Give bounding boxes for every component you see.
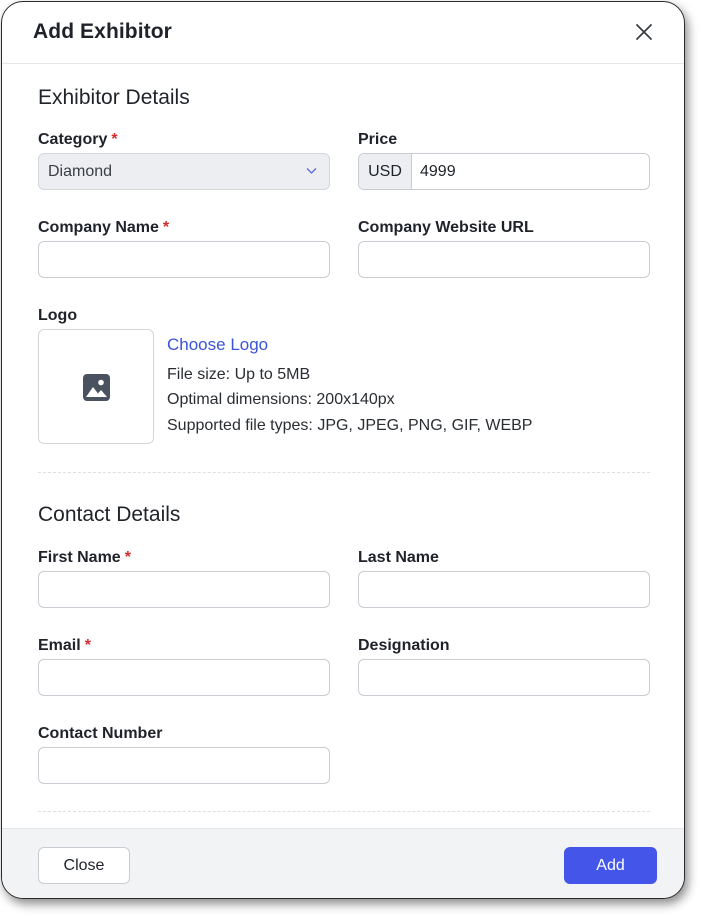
email-input[interactable]: [38, 659, 330, 696]
designation-input[interactable]: [358, 659, 650, 696]
logo-upload-box[interactable]: [38, 329, 154, 444]
company-website-input[interactable]: [358, 241, 650, 278]
chevron-down-icon: [306, 168, 317, 174]
exhibitor-details-title: Exhibitor Details: [38, 86, 190, 109]
close-icon[interactable]: [633, 21, 655, 43]
required-mark: *: [111, 131, 118, 148]
category-value: Diamond: [48, 163, 113, 180]
company-name-label-text: Company Name: [38, 219, 159, 236]
currency-addon: USD: [359, 154, 412, 189]
price-label: Price: [358, 131, 398, 148]
last-name-label: Last Name: [358, 549, 439, 566]
last-name-input[interactable]: [358, 571, 650, 608]
choose-logo-link[interactable]: Choose Logo: [167, 335, 268, 355]
logo-file-types: Supported file types: JPG, JPEG, PNG, GI…: [167, 417, 533, 434]
modal-title: Add Exhibitor: [33, 20, 172, 43]
price-input[interactable]: [412, 154, 649, 189]
modal-header: Add Exhibitor: [2, 2, 684, 64]
close-button[interactable]: Close: [38, 847, 130, 884]
logo-file-size: File size: Up to 5MB: [167, 366, 311, 383]
add-exhibitor-modal: Add Exhibitor Exhibitor Details Category…: [1, 1, 685, 899]
category-select[interactable]: Diamond: [38, 153, 330, 190]
add-button[interactable]: Add: [564, 847, 657, 884]
category-label-text: Category: [38, 131, 108, 148]
category-label: Category *: [38, 131, 118, 149]
company-website-label: Company Website URL: [358, 219, 534, 236]
first-name-label: First Name *: [38, 549, 131, 567]
company-name-label: Company Name *: [38, 219, 169, 237]
company-name-input[interactable]: [38, 241, 330, 278]
contact-number-input[interactable]: [38, 747, 330, 784]
logo-dimensions: Optimal dimensions: 200x140px: [167, 391, 395, 408]
section-divider: [38, 811, 650, 812]
contact-number-label: Contact Number: [38, 725, 163, 742]
first-name-input[interactable]: [38, 571, 330, 608]
image-icon: [83, 374, 110, 401]
required-mark: *: [84, 637, 91, 654]
designation-label: Designation: [358, 637, 450, 654]
logo-label: Logo: [38, 307, 78, 324]
contact-details-title: Contact Details: [38, 503, 181, 526]
required-mark: *: [162, 219, 170, 236]
first-name-label-text: First Name: [38, 549, 121, 566]
email-label: Email *: [38, 637, 91, 655]
email-label-text: Email: [38, 637, 81, 654]
section-divider: [38, 472, 650, 473]
price-field: USD: [358, 153, 650, 190]
required-mark: *: [124, 549, 131, 566]
